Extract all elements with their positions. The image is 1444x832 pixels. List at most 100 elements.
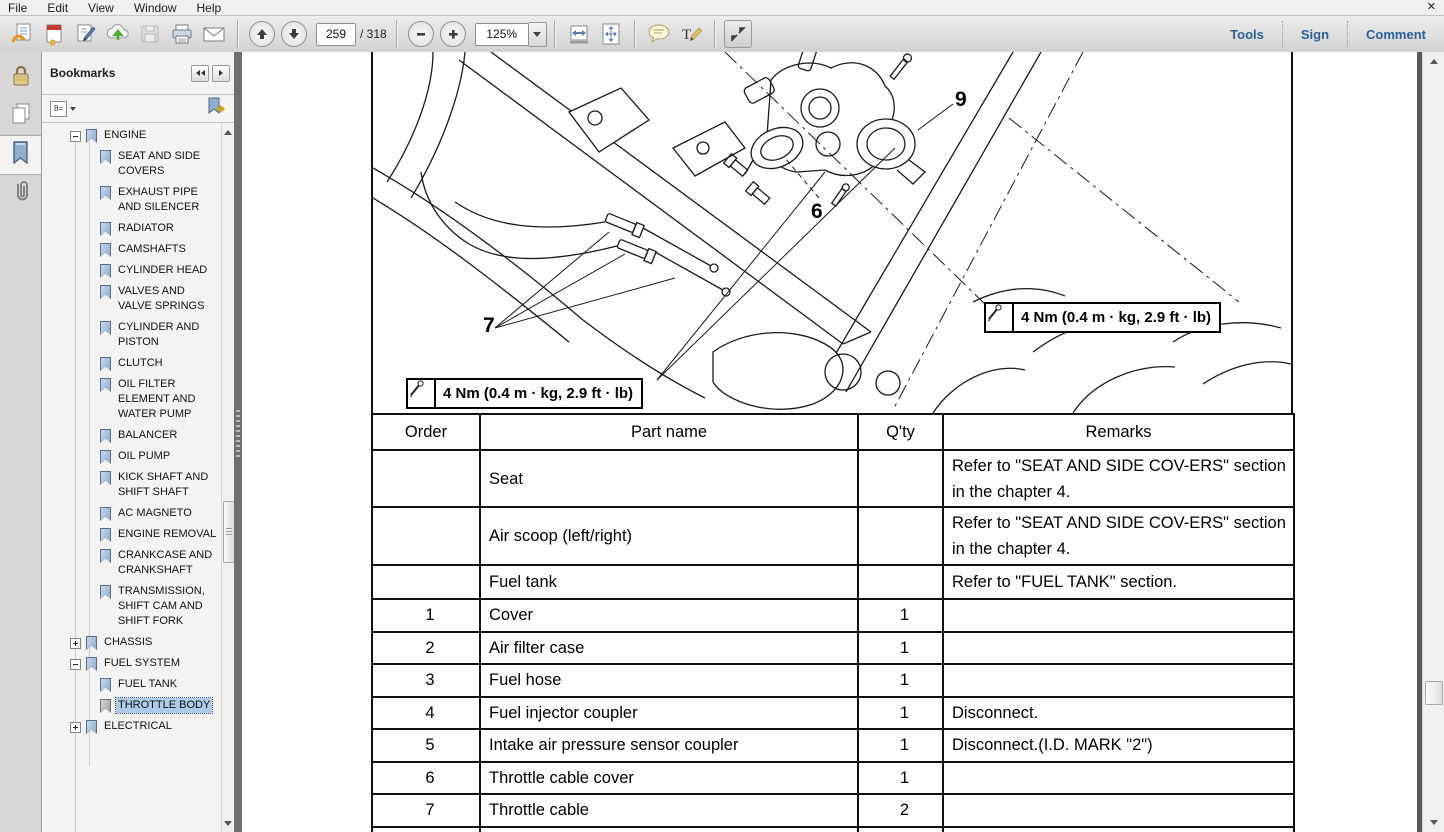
bookmark-flag-icon [100, 357, 111, 371]
bookmark-flag-icon [100, 528, 111, 542]
bookmark-item-cylinder-head[interactable]: CYLINDER HEAD [48, 260, 220, 281]
panel-splitter-handle[interactable] [234, 52, 242, 832]
bookmark-item-fuel-system[interactable]: FUEL SYSTEM [48, 653, 220, 674]
bookmark-item-cylinder-piston[interactable]: CYLINDER AND PISTON [48, 317, 220, 353]
zoom-out-button[interactable] [406, 19, 436, 49]
collapse-minus-icon[interactable] [70, 659, 81, 670]
bookmark-flag-icon [86, 657, 97, 671]
bookmark-item-throttle-body[interactable]: THROTTLE BODY [48, 695, 220, 716]
bookmark-item-camshafts[interactable]: CAMSHAFTS [48, 239, 220, 260]
bookmark-item-balancer[interactable]: BALANCER [48, 425, 220, 446]
new-bookmark-button[interactable] [207, 97, 226, 120]
bookmarks-panel-header: Bookmarks [42, 52, 234, 95]
bookmarks-panel: Bookmarks 8= ENGINE SEAT AND SIDE COVERS… [42, 52, 234, 832]
open-file-button[interactable] [7, 19, 37, 49]
bookmark-item-crankcase[interactable]: CRANKCASE AND CRANKSHAFT [48, 545, 220, 581]
torque-value: 4 Nm (0.4 m · kg, 2.9 ft · lb) [436, 380, 641, 407]
table-row: Fuel tank Refer to "FUEL TANK" section. [372, 565, 1294, 599]
document-pane[interactable]: 7 6 9 4 Nm (0.4 m · kg, 2.9 ft · lb) 4 N… [242, 52, 1417, 832]
document-scrollbar[interactable] [1422, 52, 1444, 832]
bookmark-item-oil-filter[interactable]: OIL FILTER ELEMENT AND WATER PUMP [48, 374, 220, 425]
tools-button[interactable]: Tools [1212, 27, 1282, 42]
navigation-pane-strip [0, 52, 42, 832]
table-row: 3 Fuel hose 1 [372, 664, 1294, 697]
scroll-down-icon[interactable] [1423, 814, 1444, 831]
bookmark-item-electrical[interactable]: ELECTRICAL [48, 716, 220, 737]
bookmark-flag-icon [86, 636, 97, 650]
right-arrow-icon [219, 70, 223, 76]
collapse-panel-button[interactable] [191, 65, 209, 82]
create-pdf-button[interactable] [39, 19, 69, 49]
toolbar-right-group: Tools Sign Comment [1212, 16, 1444, 52]
arrow-up-icon [249, 21, 275, 47]
sign-button[interactable]: Sign [1283, 27, 1347, 42]
double-left-arrow-icon [201, 70, 205, 76]
bookmark-item-fuel-tank[interactable]: FUEL TANK [48, 674, 220, 695]
torque-spec-callout: 4 Nm (0.4 m · kg, 2.9 ft · lb) [984, 302, 1221, 333]
page-total-label: / 318 [360, 27, 387, 41]
bookmark-item-engine-removal[interactable]: ENGINE REMOVAL [48, 524, 220, 545]
save-button[interactable] [135, 19, 165, 49]
cloud-upload-button[interactable] [103, 19, 133, 49]
fit-width-icon [567, 22, 591, 46]
menu-help[interactable]: Help [187, 1, 232, 15]
next-page-button[interactable] [279, 19, 309, 49]
table-row [372, 827, 1294, 832]
exploded-diagram: 7 6 9 4 Nm (0.4 m · kg, 2.9 ft · lb) 4 N… [371, 52, 1293, 413]
fit-width-button[interactable] [564, 19, 594, 49]
zoom-in-button[interactable] [438, 19, 468, 49]
fit-page-icon [599, 22, 623, 46]
bookmarks-scrollbar[interactable] [221, 123, 234, 832]
previous-page-button[interactable] [247, 19, 277, 49]
table-row: 7 Throttle cable 2 [372, 794, 1294, 827]
bookmark-item-seat-and-side-covers[interactable]: SEAT AND SIDE COVERS [48, 146, 220, 182]
scroll-down-icon[interactable] [222, 816, 234, 830]
menu-view[interactable]: View [78, 1, 124, 15]
expand-plus-icon[interactable] [70, 638, 81, 649]
bookmark-item-oil-pump[interactable]: OIL PUMP [48, 446, 220, 467]
bookmarks-panel-toolbar: 8= [42, 95, 234, 123]
scroll-up-icon[interactable] [1423, 53, 1444, 70]
security-tab[interactable] [0, 59, 41, 97]
bookmarks-tab[interactable] [0, 135, 41, 175]
menu-window[interactable]: Window [124, 1, 187, 15]
print-button[interactable] [167, 19, 197, 49]
comment-bubble-button[interactable] [644, 19, 674, 49]
lock-icon [9, 63, 33, 94]
scroll-up-icon[interactable] [222, 125, 234, 139]
menu-edit[interactable]: Edit [37, 1, 78, 15]
page-thumbnails-tab[interactable] [0, 97, 41, 135]
fit-page-button[interactable] [596, 19, 626, 49]
collapse-minus-icon[interactable] [70, 131, 81, 142]
zoom-level-value[interactable]: 125% [475, 23, 529, 46]
email-button[interactable] [199, 19, 229, 49]
document-scrollbar-thumb[interactable] [1425, 681, 1443, 705]
bookmark-item-exhaust-pipe[interactable]: EXHAUST PIPE AND SILENCER [48, 182, 220, 218]
menu-file[interactable]: File [0, 1, 37, 15]
col-header-qty: Q'ty [858, 414, 943, 450]
attachments-tab[interactable] [0, 175, 41, 213]
highlight-text-button[interactable]: T [676, 19, 706, 49]
bookmark-item-valves[interactable]: VALVES AND VALVE SPRINGS [48, 281, 220, 317]
zoom-dropdown-button[interactable] [529, 22, 547, 47]
bookmark-item-ac-magneto[interactable]: AC MAGNETO [48, 503, 220, 524]
bookmark-item-engine[interactable]: ENGINE [48, 125, 220, 146]
expand-plus-icon[interactable] [70, 722, 81, 733]
bookmark-item-kick-shaft[interactable]: KICK SHAFT AND SHIFT SHAFT [48, 467, 220, 503]
expand-panel-button[interactable] [212, 65, 230, 82]
bookmark-item-radiator[interactable]: RADIATOR [48, 218, 220, 239]
bookmarks-scrollbar-thumb[interactable] [223, 501, 234, 563]
bookmark-options-button[interactable]: 8= [50, 101, 76, 117]
page-number-input[interactable] [316, 23, 356, 46]
bookmarks-tree: ENGINE SEAT AND SIDE COVERS EXHAUST PIPE… [42, 123, 234, 832]
table-row: 5 Intake air pressure sensor coupler 1 D… [372, 729, 1294, 762]
fullscreen-button[interactable] [724, 20, 752, 48]
bookmark-item-chassis[interactable]: CHASSIS [48, 632, 220, 653]
sign-document-button[interactable] [71, 19, 101, 49]
save-floppy-icon [138, 22, 162, 46]
bookmark-item-transmission[interactable]: TRANSMISSION, SHIFT CAM AND SHIFT FORK [48, 581, 220, 632]
bookmark-item-clutch[interactable]: CLUTCH [48, 353, 220, 374]
close-icon[interactable]: ✕ [1427, 0, 1436, 15]
toolbar-separator [237, 20, 239, 48]
comment-button[interactable]: Comment [1348, 27, 1430, 42]
